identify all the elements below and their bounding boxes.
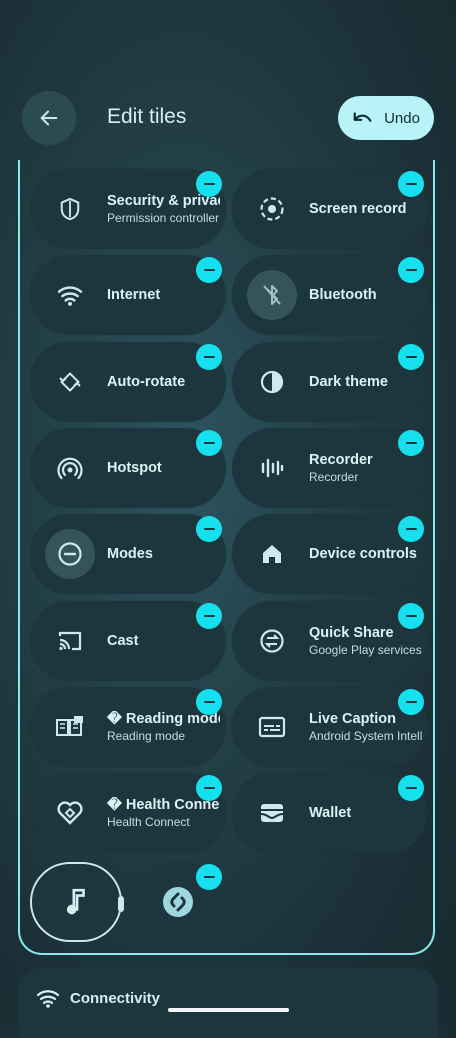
tile-label: Internet — [107, 287, 161, 303]
wifi-icon — [36, 990, 60, 1008]
modes-icon — [45, 529, 95, 579]
tile-sublabel: Health Connect — [107, 815, 190, 829]
remove-tile-button[interactable] — [196, 689, 222, 715]
remove-tile-button[interactable] — [196, 171, 222, 197]
remove-tile-button[interactable] — [196, 603, 222, 629]
remove-shazam-button[interactable] — [196, 864, 222, 890]
tile-sublabel: Reading mode — [107, 729, 186, 743]
reading-mode-icon — [45, 702, 95, 752]
quick-share-icon — [247, 616, 297, 666]
tile-label: Hotspot — [107, 460, 162, 476]
screen-record-icon — [247, 184, 297, 234]
tile-sublabel: Recorder — [309, 470, 359, 484]
remove-tile-button[interactable] — [398, 516, 424, 542]
remove-tile-button[interactable] — [196, 430, 222, 456]
tile-label: Bluetooth — [309, 287, 377, 303]
bluetooth-off-icon — [247, 270, 297, 320]
tile-label: Device controls — [309, 546, 417, 562]
remove-tile-button[interactable] — [196, 775, 222, 801]
undo-label: Undo — [384, 109, 420, 127]
remove-tile-button[interactable] — [398, 689, 424, 715]
tile-label: Wallet — [309, 805, 352, 821]
remove-tile-button[interactable] — [398, 603, 424, 629]
tile-sublabel: Google Play services — [309, 643, 422, 657]
wifi-icon — [45, 270, 95, 320]
cast-icon — [45, 616, 95, 666]
undo-icon — [353, 112, 372, 122]
remove-tile-button[interactable] — [398, 257, 424, 283]
undo-button[interactable]: Undo — [338, 96, 434, 140]
page-title: Edit tiles — [107, 105, 187, 128]
remove-tile-button[interactable] — [398, 430, 424, 456]
resize-handle[interactable] — [118, 896, 124, 912]
music-tile[interactable] — [30, 862, 124, 942]
shield-icon — [45, 184, 95, 234]
tile-label: Cast — [107, 633, 139, 649]
tile-label: Dark theme — [309, 374, 388, 390]
tile-label: Modes — [107, 546, 153, 562]
tile-label: Auto-rotate — [107, 374, 186, 390]
dark-theme-icon — [247, 357, 297, 407]
connectivity-card[interactable]: Connectivity — [18, 968, 438, 1038]
remove-tile-button[interactable] — [196, 516, 222, 542]
remove-tile-button[interactable] — [196, 344, 222, 370]
remove-tile-button[interactable] — [196, 257, 222, 283]
home-indicator[interactable] — [168, 1008, 289, 1012]
remove-tile-button[interactable] — [398, 344, 424, 370]
back-button[interactable] — [22, 91, 76, 145]
tile-sublabel: Permission controller — [107, 211, 220, 225]
live-caption-icon — [247, 702, 297, 752]
health-connect-icon — [45, 788, 95, 838]
remove-tile-button[interactable] — [398, 775, 424, 801]
home-icon — [247, 529, 297, 579]
recorder-waveform-icon — [247, 443, 297, 493]
tile-label: Screen record — [309, 201, 407, 217]
connectivity-label: Connectivity — [70, 989, 161, 1007]
hotspot-icon — [45, 443, 95, 493]
back-arrow-icon — [40, 110, 58, 126]
wallet-icon — [247, 788, 297, 838]
music-note-icon — [66, 888, 85, 915]
auto-rotate-icon — [45, 357, 95, 407]
tile-sublabel: Android System Intelligence — [309, 729, 422, 743]
top-bar: Edit tiles Undo — [0, 0, 456, 160]
remove-tile-button[interactable] — [398, 171, 424, 197]
shazam-icon — [163, 887, 193, 917]
